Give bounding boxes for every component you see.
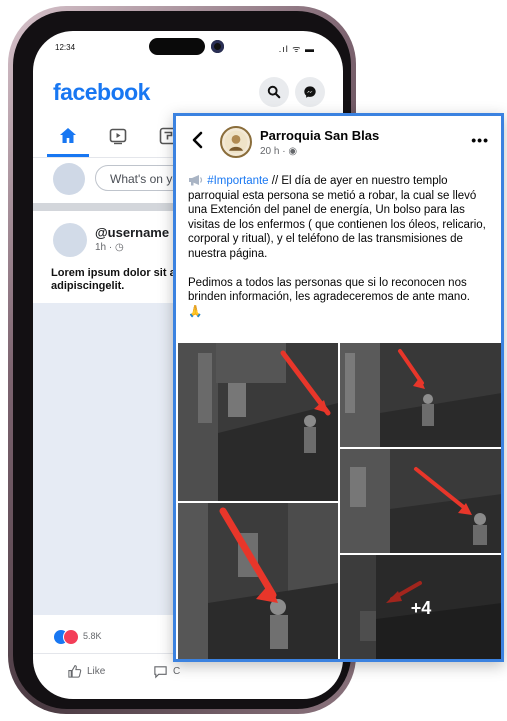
more-photos-overlay[interactable]: +4 — [340, 555, 501, 659]
status-time: 12:34 — [55, 43, 76, 52]
thumbs-up-icon — [68, 665, 82, 678]
back-arrow-icon[interactable] — [190, 131, 206, 149]
avatar — [53, 163, 85, 195]
app-header: facebook — [33, 75, 343, 115]
active-tab-indicator — [47, 154, 89, 157]
search-icon — [267, 85, 281, 99]
messenger-icon — [304, 86, 316, 98]
paragraph-1-text: // El día de ayer en nuestro templo parr… — [188, 175, 486, 260]
cctv-photo-3[interactable] — [340, 343, 501, 447]
post-paragraph-2: Pedimos a todos las personas que si lo r… — [188, 276, 494, 320]
like-button[interactable]: Like — [67, 664, 105, 679]
like-label: Like — [87, 666, 106, 677]
home-icon — [60, 128, 76, 143]
dynamic-island — [149, 38, 205, 55]
camera-icon — [211, 40, 224, 53]
app-logo: facebook — [53, 79, 150, 105]
post-timestamp: 20 h · ◉ — [260, 146, 298, 157]
hashtag-link[interactable]: #Importante — [207, 175, 268, 187]
status-bar: 12:34 .ıl ᯤ ▬ — [33, 31, 343, 65]
search-button[interactable] — [259, 77, 289, 107]
more-options-button[interactable]: ••• — [471, 132, 489, 148]
photo-grid: +4 — [178, 343, 501, 659]
tab-home[interactable] — [57, 125, 79, 147]
post-paragraph-1: #Importante // El día de ayer en nuestro… — [188, 174, 494, 262]
video-icon — [109, 128, 127, 145]
messenger-button[interactable] — [295, 77, 325, 107]
tab-watch[interactable] — [107, 125, 129, 147]
page-avatar[interactable] — [220, 126, 252, 158]
post-card: Parroquia San Blas 20 h · ◉ ••• #Importa… — [173, 113, 504, 662]
comment-label: C — [173, 666, 181, 677]
love-reaction-icon — [63, 629, 79, 645]
reaction-count: 5.8K — [83, 631, 102, 641]
post-meta: 1h · ◷ — [95, 242, 124, 253]
page-name[interactable]: Parroquia San Blas — [260, 128, 379, 143]
comment-button[interactable]: C — [153, 664, 180, 679]
church-logo-icon — [224, 130, 248, 154]
post-body: #Importante // El día de ayer en nuestro… — [188, 174, 494, 333]
megaphone-icon — [189, 175, 203, 186]
comment-icon — [154, 666, 167, 679]
post-avatar[interactable] — [53, 223, 87, 257]
cctv-photo-5[interactable]: +4 — [340, 555, 501, 659]
post-username[interactable]: @username — [95, 225, 169, 240]
paragraph-2-text: Pedimos a todos las personas que si lo r… — [188, 276, 470, 304]
cctv-photo-1[interactable] — [178, 343, 338, 501]
signal-battery-icons: .ıl ᯤ ▬ — [278, 44, 315, 54]
cctv-photo-2[interactable] — [178, 503, 338, 659]
praying-hands-emoji: 🙏 — [188, 305, 203, 318]
cctv-photo-4[interactable] — [340, 449, 501, 553]
